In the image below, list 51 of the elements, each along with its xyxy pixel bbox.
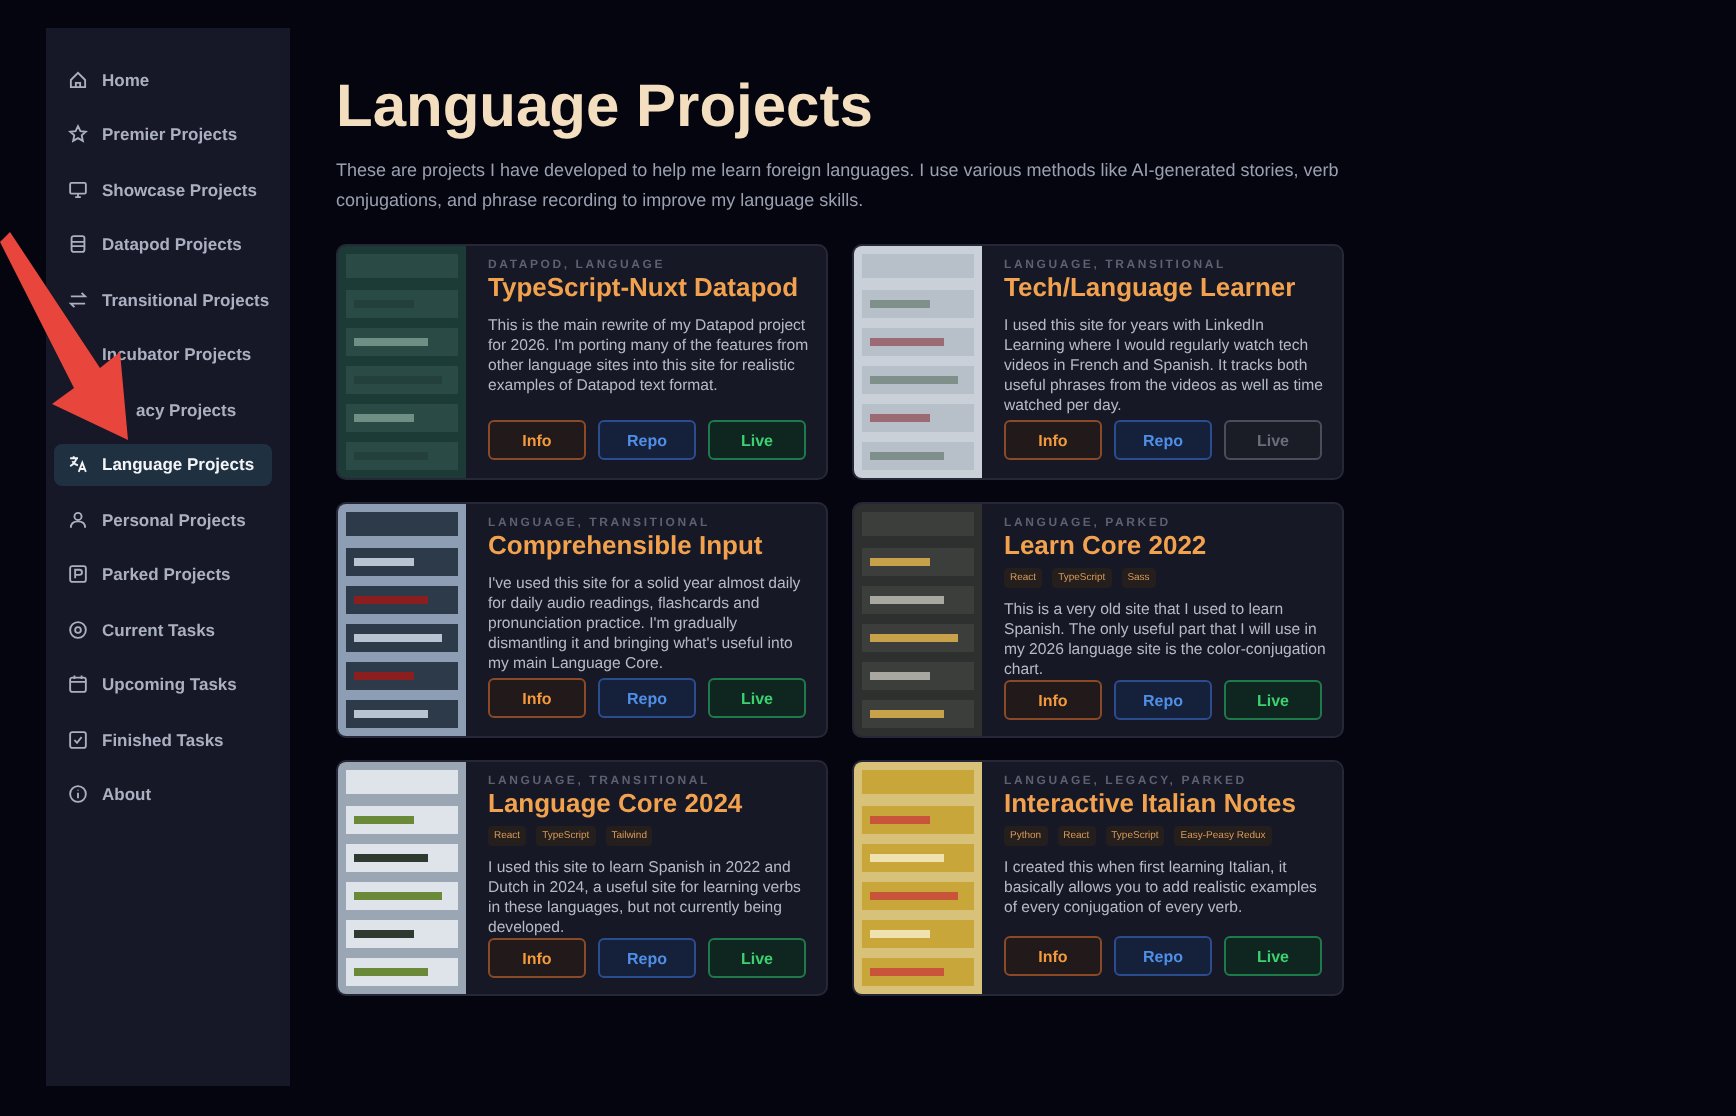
project-title: Comprehensible Input [488,530,765,562]
translate-icon [68,454,88,474]
page-title: Language Projects [336,72,875,144]
sidebar-item[interactable]: acy Projects [136,388,251,430]
star-icon [68,124,88,144]
live-button[interactable]: Live [708,420,806,460]
repo-button[interactable]: Repo [1114,936,1212,976]
repo-button[interactable]: Repo [598,938,696,978]
repo-button[interactable]: Repo [598,420,696,460]
info-button[interactable]: Info [488,678,586,718]
info-button[interactable]: Info [1004,420,1102,460]
sidebar-item[interactable]: About [54,773,272,815]
project-title: TypeScript-Nuxt Datapod [488,272,801,304]
swap-arrows-icon [68,289,88,309]
page-description: These are projects I have developed to help me learn foreign languages. I use various methods like AI-generated stories, verb conjugations, and phrase recording to improve my language skills. [336,158,1341,214]
live-button[interactable]: Live [1224,936,1322,976]
monitor-icon [68,179,88,199]
database-icon [68,234,88,254]
sidebar-item[interactable]: Home [54,58,272,100]
info-button[interactable]: Info [1004,936,1102,976]
person-icon [68,509,88,529]
info-button[interactable]: Info [488,420,586,460]
sidebar-item[interactable]: Premier Projects [54,113,272,155]
calendar-icon [68,674,88,694]
project-title: Language Core 2024 [488,788,745,820]
repo-button[interactable]: Repo [1114,420,1212,460]
sidebar-item[interactable]: Language Projects [54,443,272,485]
info-button[interactable]: Info [488,938,586,978]
home-icon [68,69,88,89]
project-title: Interactive Italian Notes [1004,788,1298,820]
live-button[interactable]: Live [708,678,806,718]
sidebar-item[interactable]: Current Tasks [54,608,272,650]
parking-icon [68,564,88,584]
sidebar-item[interactable]: Personal Projects [54,498,272,540]
sidebar-item[interactable]: Datapod Projects [54,223,272,265]
checkbox-icon [68,729,88,749]
sidebar-item[interactable]: Incubator Projects [54,333,272,375]
sidebar-item[interactable]: Showcase Projects [54,168,272,210]
project-title: Tech/Language Learner [1004,272,1298,304]
repo-button[interactable]: Repo [598,678,696,718]
sidebar-item[interactable]: Upcoming Tasks [54,663,272,705]
info-button[interactable]: Info [1004,680,1102,720]
info-icon [68,784,88,804]
sidebar-item[interactable]: Transitional Projects [54,278,272,320]
live-button[interactable]: Live [1224,680,1322,720]
live-button[interactable]: Live [708,938,806,978]
repo-button[interactable]: Repo [1114,680,1212,720]
sidebar-item[interactable]: Parked Projects [54,553,272,595]
project-title: Learn Core 2022 [1004,530,1209,562]
target-icon [68,619,88,639]
sidebar-item[interactable]: Finished Tasks [54,718,272,760]
